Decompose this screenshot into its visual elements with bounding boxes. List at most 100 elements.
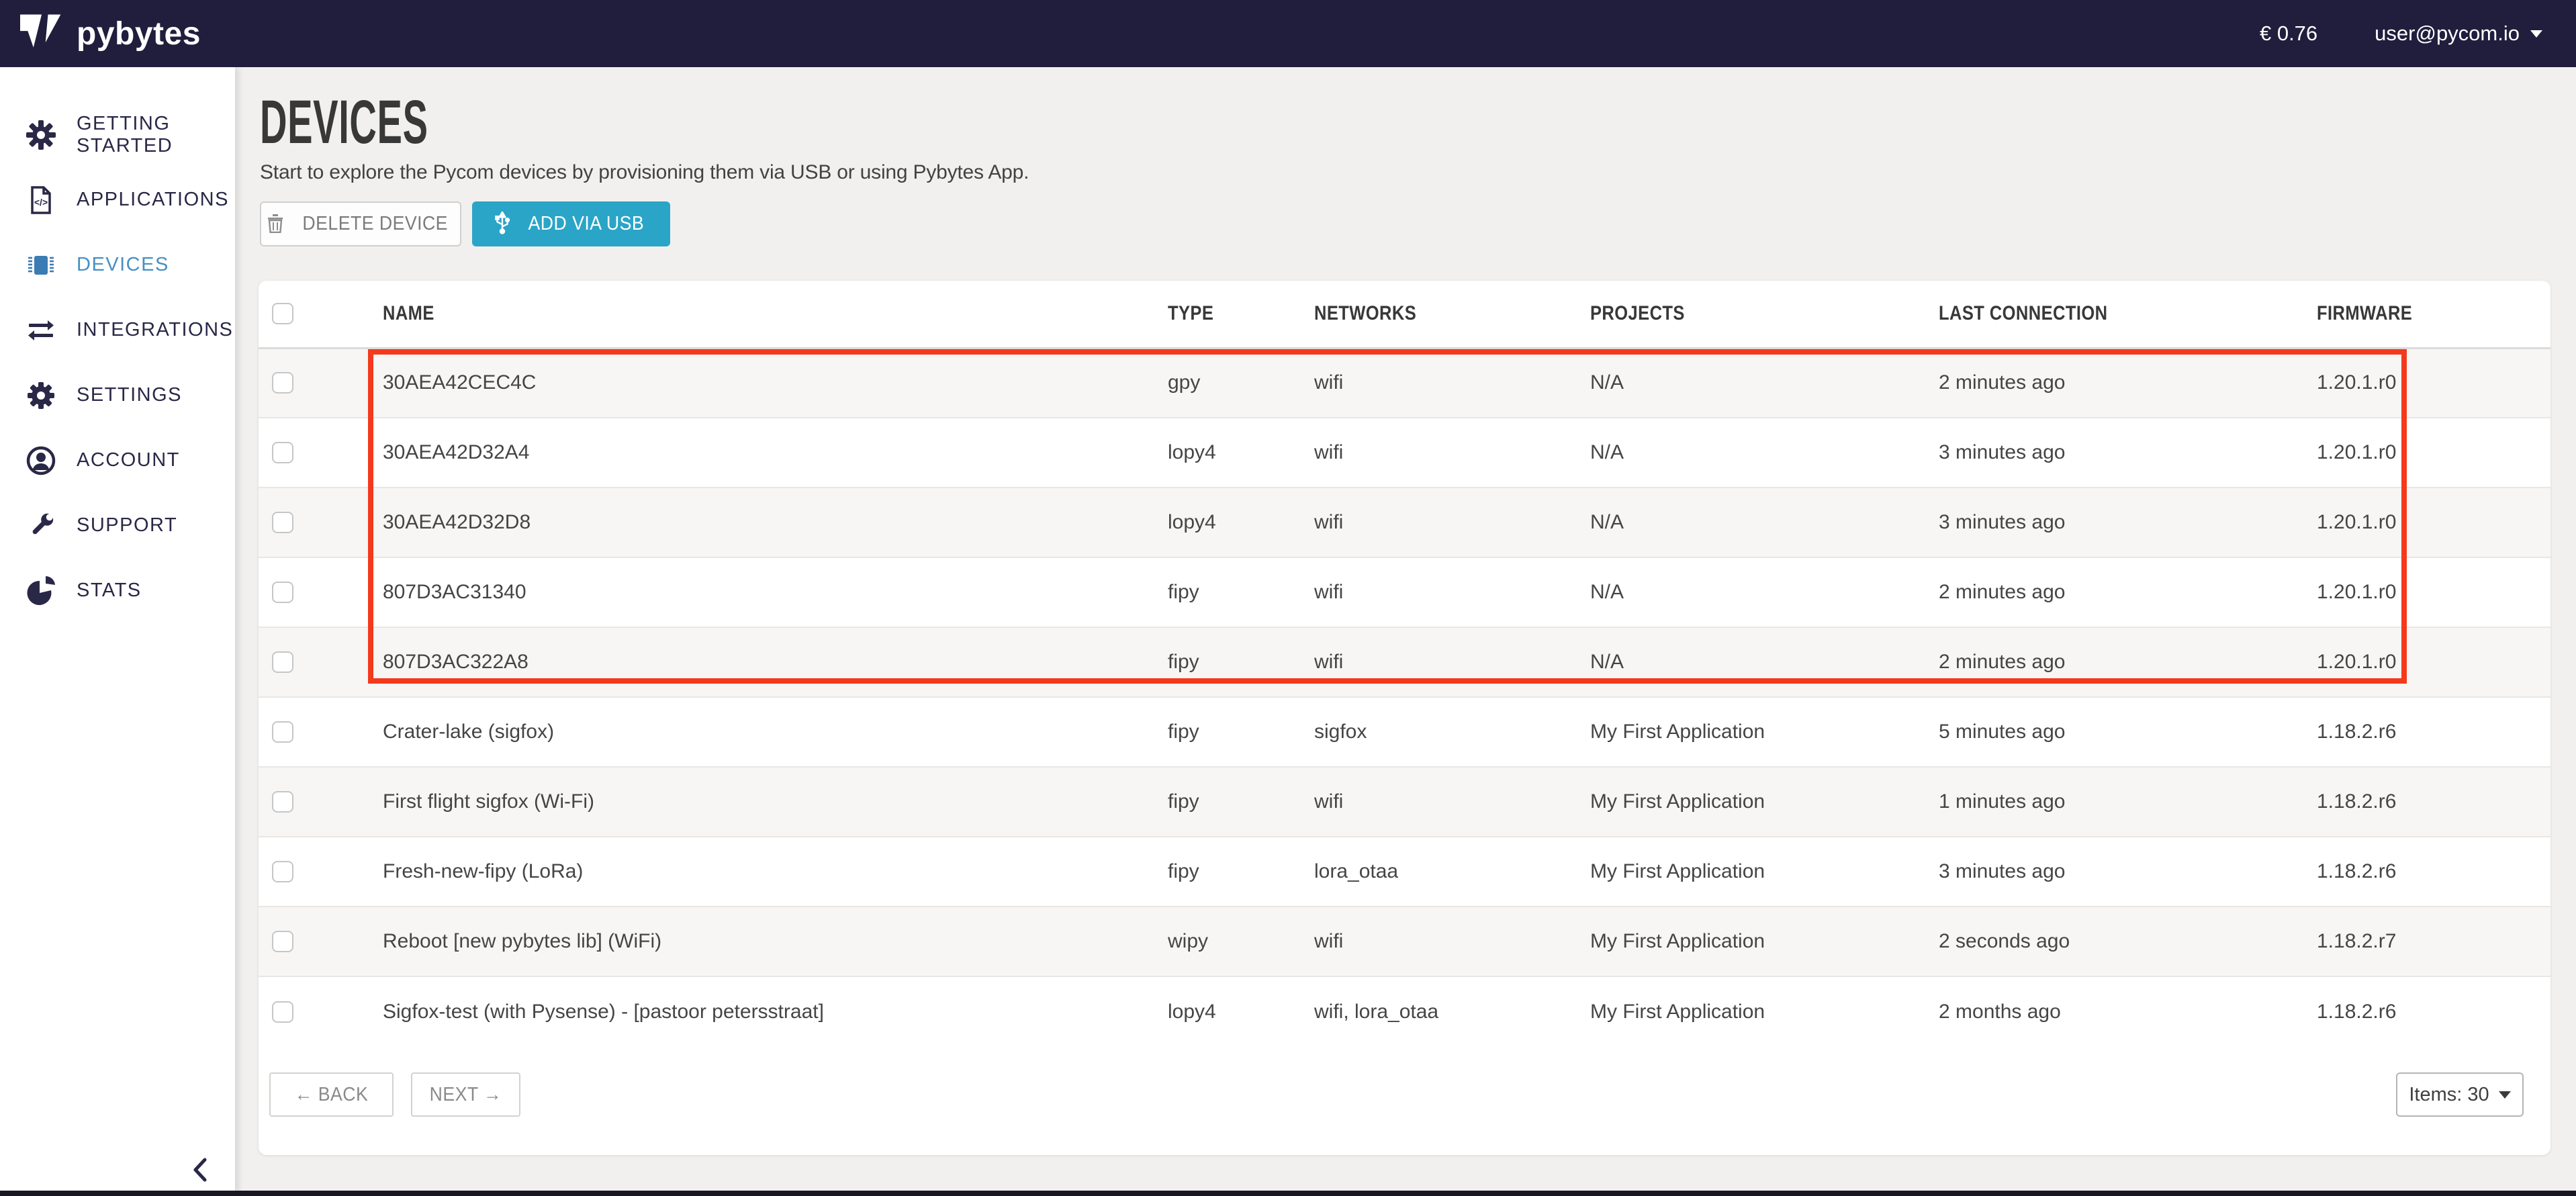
sidebar-item-getting-started[interactable]: GETTING STARTED (0, 102, 235, 167)
sidebar-item-devices[interactable]: DEVICES (0, 232, 235, 297)
user-menu[interactable]: user@pycom.io (2375, 21, 2542, 46)
device-row[interactable]: 30AEA42D32A4lopy4wifiN/A3 minutes ago1.2… (259, 418, 2550, 488)
row-checkbox[interactable] (272, 861, 293, 882)
row-checkbox[interactable] (272, 791, 293, 813)
page-title: DEVICES (260, 87, 428, 158)
column-header-networks: NETWORKS (1314, 281, 1590, 348)
column-header-firmware: FIRMWARE (2317, 281, 2550, 348)
sidebar: GETTING STARTED </> APPLICATIONS (0, 67, 235, 1196)
row-checkbox[interactable] (272, 1001, 293, 1023)
device-row[interactable]: Fresh-new-fipy (LoRa)fipylora_otaaMy Fir… (259, 837, 2550, 907)
row-checkbox[interactable] (272, 442, 293, 463)
column-header-last-connection: LAST CONNECTION (1939, 281, 2317, 348)
cell-firmware: 1.18.2.r6 (2317, 697, 2550, 767)
page-description: Start to explore the Pycom devices by pr… (260, 161, 1029, 184)
cell-networks: wifi (1314, 557, 1590, 627)
topbar: pybytes € 0.76 user@pycom.io (0, 0, 2576, 67)
cell-firmware: 1.20.1.r0 (2317, 348, 2550, 418)
cell-last_connection: 3 minutes ago (1939, 418, 2317, 488)
cell-name: Fresh-new-fipy (LoRa) (383, 837, 1168, 907)
cell-projects: N/A (1590, 557, 1939, 627)
cell-networks: wifi (1314, 348, 1590, 418)
back-button[interactable]: ← BACK (269, 1072, 394, 1117)
items-per-page-dropdown[interactable]: Items: 30 (2396, 1072, 2524, 1117)
row-checkbox[interactable] (272, 651, 293, 673)
chevron-left-icon (193, 1158, 208, 1182)
cell-name: 30AEA42D32D8 (383, 488, 1168, 557)
cell-name: Sigfox-test (with Pysense) - [pastoor pe… (383, 976, 1168, 1046)
sidebar-item-support[interactable]: SUPPORT (0, 493, 235, 558)
window-bottom-edge (0, 1191, 2576, 1196)
cell-type: fipy (1168, 557, 1314, 627)
row-checkbox[interactable] (272, 512, 293, 533)
device-row[interactable]: 807D3AC322A8fipywifiN/A2 minutes ago1.20… (259, 627, 2550, 697)
main-content: DEVICES Start to explore the Pycom devic… (235, 67, 2576, 1196)
row-checkbox[interactable] (272, 582, 293, 603)
device-row[interactable]: Sigfox-test (with Pysense) - [pastoor pe… (259, 976, 2550, 1046)
cell-firmware: 1.18.2.r6 (2317, 767, 2550, 837)
cell-last_connection: 2 minutes ago (1939, 627, 2317, 697)
sidebar-item-applications[interactable]: </> APPLICATIONS (0, 167, 235, 232)
user-email: user@pycom.io (2375, 21, 2520, 46)
gear-icon (26, 380, 56, 411)
cell-name: 807D3AC322A8 (383, 627, 1168, 697)
device-row[interactable]: 30AEA42D32D8lopy4wifiN/A3 minutes ago1.2… (259, 488, 2550, 557)
cell-networks: wifi (1314, 767, 1590, 837)
sidebar-item-label: STATS (77, 580, 142, 602)
pybytes-logo-icon (20, 14, 64, 54)
cell-firmware: 1.18.2.r6 (2317, 837, 2550, 907)
logo-text: pybytes (77, 15, 201, 52)
cell-name: Reboot [new pybytes lib] (WiFi) (383, 907, 1168, 976)
cell-name: 807D3AC31340 (383, 557, 1168, 627)
select-all-checkbox[interactable] (272, 303, 293, 324)
next-label: NEXT → (430, 1084, 502, 1106)
cell-last_connection: 2 seconds ago (1939, 907, 2317, 976)
sidebar-item-stats[interactable]: STATS (0, 558, 235, 623)
chevron-down-icon (2499, 1091, 2511, 1099)
cell-firmware: 1.18.2.r6 (2317, 976, 2550, 1046)
cell-projects: N/A (1590, 348, 1939, 418)
cell-last_connection: 3 minutes ago (1939, 837, 2317, 907)
cell-networks: wifi, lora_otaa (1314, 976, 1590, 1046)
next-button[interactable]: NEXT → (411, 1072, 520, 1117)
pybytes-logo[interactable]: pybytes (0, 14, 201, 54)
sun-badge-icon (26, 120, 56, 150)
cell-type: fipy (1168, 767, 1314, 837)
row-checkbox[interactable] (272, 721, 293, 743)
cell-name: 30AEA42CEC4C (383, 348, 1168, 418)
cell-networks: lora_otaa (1314, 837, 1590, 907)
cell-last_connection: 2 minutes ago (1939, 348, 2317, 418)
device-row[interactable]: Crater-lake (sigfox)fipysigfoxMy First A… (259, 697, 2550, 767)
code-document-icon: </> (26, 185, 56, 216)
cell-type: lopy4 (1168, 488, 1314, 557)
cell-last_connection: 2 minutes ago (1939, 557, 2317, 627)
cell-projects: My First Application (1590, 907, 1939, 976)
sidebar-item-integrations[interactable]: INTEGRATIONS (0, 297, 235, 363)
sidebar-item-settings[interactable]: SETTINGS (0, 363, 235, 428)
row-checkbox[interactable] (272, 372, 293, 394)
sidebar-item-label: ACCOUNT (77, 449, 180, 471)
sidebar-item-label: APPLICATIONS (77, 189, 229, 211)
cell-projects: My First Application (1590, 837, 1939, 907)
device-row[interactable]: 807D3AC31340fipywifiN/A2 minutes ago1.20… (259, 557, 2550, 627)
device-row[interactable]: First flight sigfox (Wi-Fi)fipywifiMy Fi… (259, 767, 2550, 837)
cell-last_connection: 2 months ago (1939, 976, 2317, 1046)
cell-name: First flight sigfox (Wi-Fi) (383, 767, 1168, 837)
column-header-type: TYPE (1168, 281, 1314, 348)
device-row[interactable]: Reboot [new pybytes lib] (WiFi)wipywifiM… (259, 907, 2550, 976)
row-checkbox[interactable] (272, 931, 293, 952)
back-label: ← BACK (295, 1084, 369, 1106)
cell-name: Crater-lake (sigfox) (383, 697, 1168, 767)
sidebar-item-label: INTEGRATIONS (77, 319, 233, 341)
sidebar-item-account[interactable]: ACCOUNT (0, 428, 235, 493)
cell-networks: wifi (1314, 907, 1590, 976)
device-row[interactable]: 30AEA42CEC4CgpywifiN/A2 minutes ago1.20.… (259, 348, 2550, 418)
sidebar-item-label: SUPPORT (77, 514, 177, 537)
sidebar-collapse-button[interactable] (187, 1154, 214, 1185)
add-via-usb-button[interactable]: ADD VIA USB (472, 201, 670, 246)
delete-device-button[interactable]: DELETE DEVICE (260, 201, 461, 246)
toolbar: DELETE DEVICE ADD VIA USB (260, 201, 670, 246)
cell-firmware: 1.20.1.r0 (2317, 488, 2550, 557)
cell-type: gpy (1168, 348, 1314, 418)
sidebar-item-label: DEVICES (77, 254, 169, 276)
